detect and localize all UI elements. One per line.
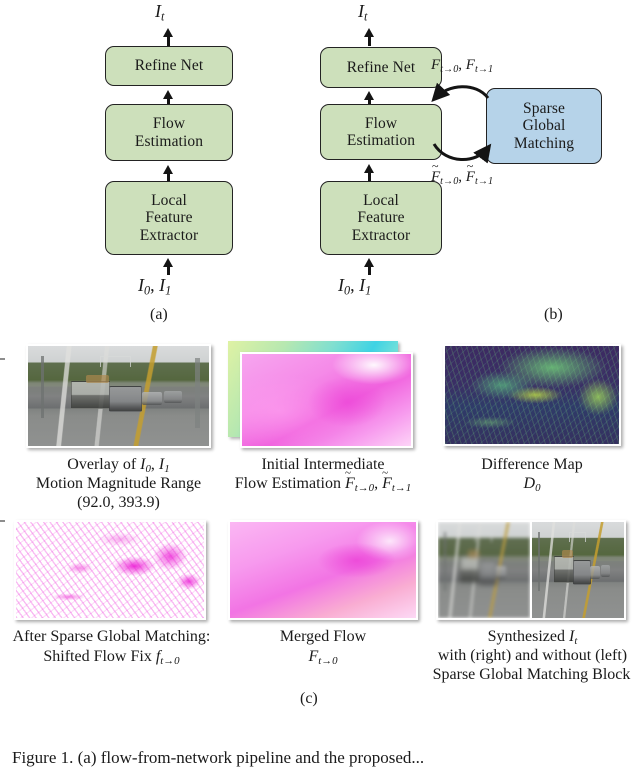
figure-root: It Refine Net Flow Estimation Local Feat… bbox=[0, 0, 640, 767]
panel-initial-flow-front bbox=[240, 352, 413, 448]
diagram-b-output-label: It bbox=[358, 1, 368, 24]
scene-truck bbox=[71, 375, 110, 409]
figure-caption: Figure 1. (a) flow-from-network pipeline… bbox=[12, 748, 425, 767]
diagram-a-output-label: It bbox=[155, 1, 165, 24]
scene-pole-left bbox=[444, 531, 446, 592]
synthesized-without-sgm bbox=[438, 522, 530, 618]
caption-difference-map-symbol: D0 bbox=[523, 475, 541, 495]
subfigure-b: It Refine Net Flow Estimation Local Feat… bbox=[300, 0, 640, 323]
edge-label-initial-flow: F ~ t→0, F ~ t→1 bbox=[431, 159, 494, 187]
arrow-input-to-feature-b bbox=[368, 266, 371, 275]
caption-overlay-motion-range: (92.0, 393.9) bbox=[77, 494, 160, 511]
diagram-b-input-label: I0, I1 bbox=[338, 275, 372, 298]
synthesized-with-sgm bbox=[530, 522, 624, 618]
subfigure-a: It Refine Net Flow Estimation Local Feat… bbox=[0, 0, 300, 323]
panel-overlay-image bbox=[26, 344, 211, 448]
caption-synthesized-line2: with (right) and without (left) bbox=[437, 647, 628, 664]
synthesized-left-scene bbox=[438, 522, 530, 618]
panel-shifted-flow-fix bbox=[14, 520, 206, 620]
caption-synthesized-line3: Sparse Global Matching Block bbox=[432, 666, 631, 683]
scene-van bbox=[573, 560, 592, 586]
arrow-refine-to-output bbox=[167, 35, 170, 46]
scene-signal-gantry bbox=[568, 531, 586, 543]
scene-car-a bbox=[142, 392, 162, 405]
caption-overlay-line2: Motion Magnitude Range bbox=[35, 475, 202, 492]
block-flow-estimation-b: Flow Estimation bbox=[320, 104, 442, 160]
scan-edge-mark-top bbox=[0, 358, 5, 360]
caption-overlay-line1: Overlay of I0, I1 bbox=[67, 456, 170, 476]
synthesized-right-scene bbox=[532, 522, 624, 618]
subfigure-label-c: (c) bbox=[300, 690, 318, 707]
scene-van bbox=[479, 560, 498, 586]
arrow-refine-to-output-b bbox=[368, 35, 371, 46]
caption-synthesized-line1: Synthesized It bbox=[487, 628, 578, 648]
scene-signal-gantry bbox=[474, 531, 492, 543]
arrow-feature-to-flow-b bbox=[368, 172, 371, 181]
panel-merged-flow bbox=[228, 520, 418, 620]
block-flow-estimation-a: Flow Estimation bbox=[105, 104, 233, 161]
scene-truck bbox=[460, 550, 481, 583]
subfigure-label-b: (b) bbox=[544, 306, 563, 323]
merged-flow-field bbox=[230, 522, 416, 618]
shifted-flow-fix-field bbox=[16, 522, 204, 618]
initial-flow-front-field bbox=[242, 354, 411, 446]
caption-shifted-flow-line2: Shifted Flow Fix ft→0 bbox=[43, 648, 180, 668]
overlay-scene bbox=[28, 346, 209, 446]
panel-synthesized-pair bbox=[436, 520, 626, 620]
arrow-input-to-feature-a bbox=[167, 266, 170, 275]
caption-initial-flow-line1: Initial Intermediate bbox=[261, 456, 385, 473]
scene-van bbox=[109, 386, 143, 412]
block-local-feature-extractor-a: Local Feature Extractor bbox=[105, 181, 233, 255]
scene-pole-left bbox=[538, 531, 540, 592]
scene-pole-left bbox=[40, 356, 44, 418]
caption-difference-map-line1: Difference Map bbox=[481, 456, 583, 473]
scene-car-b bbox=[163, 391, 182, 403]
scene-pole-right bbox=[195, 358, 200, 428]
scene-truck bbox=[554, 550, 575, 583]
panel-difference-map bbox=[443, 344, 621, 446]
caption-merged-flow-line1: Merged Flow bbox=[279, 628, 367, 645]
scan-edge-mark-bottom bbox=[0, 520, 5, 522]
subfigure-label-a: (a) bbox=[150, 306, 168, 323]
caption-shifted-flow-line1: After Sparse Global Matching: bbox=[12, 628, 211, 645]
block-local-feature-extractor-b: Local Feature Extractor bbox=[320, 181, 442, 255]
scene-car-a bbox=[495, 566, 507, 579]
subfigure-c: Overlay of I0, I1 Motion Magnitude Range… bbox=[0, 330, 640, 730]
block-refine-net-b: Refine Net bbox=[320, 47, 442, 88]
scene-car-b bbox=[601, 565, 611, 577]
block-refine-net-a: Refine Net bbox=[105, 46, 233, 86]
edge-label-forward-flow: Ft→0, Ft→1 bbox=[431, 57, 494, 75]
caption-initial-flow-line2: Flow Estimation F ~ t→0, F ~ t→1 bbox=[234, 467, 412, 495]
difference-map-field bbox=[445, 346, 619, 444]
diagram-a-input-label: I0, I1 bbox=[138, 275, 172, 298]
scene-signal-gantry bbox=[100, 356, 132, 367]
scene-car-a bbox=[589, 566, 601, 579]
caption-merged-flow-symbol: Ft→0 bbox=[308, 648, 338, 668]
